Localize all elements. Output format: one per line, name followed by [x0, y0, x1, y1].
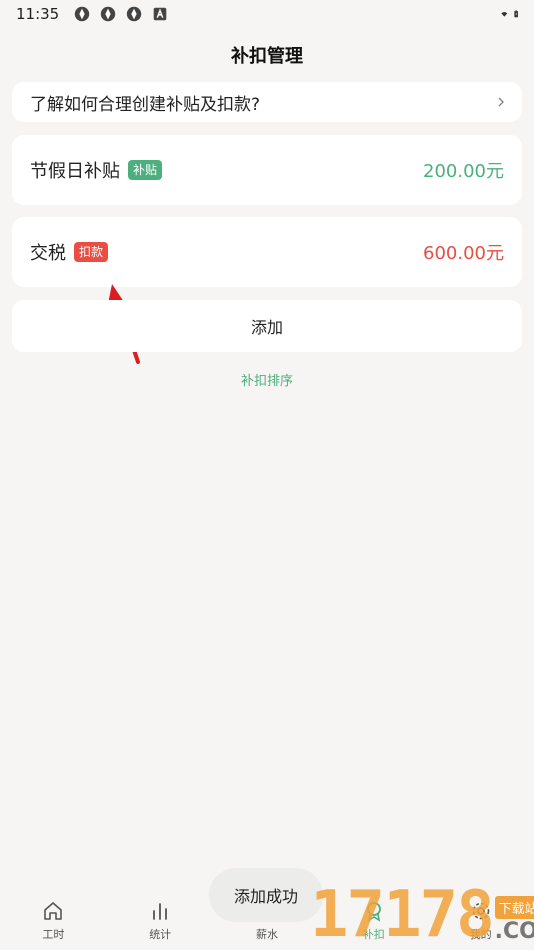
aperture-icon — [127, 6, 142, 22]
help-link[interactable]: 了解如何合理创建补贴及扣款? — [12, 82, 522, 122]
watermark-logo: 17178 下载站 .COM — [310, 868, 534, 950]
page-header: 补扣管理 — [0, 38, 534, 72]
bar-chart-icon — [153, 903, 168, 920]
tab-hours[interactable]: 工时 — [0, 888, 107, 950]
chevron-right-icon — [498, 97, 504, 107]
watermark-digits: 17178 — [310, 878, 495, 950]
item-name: 节假日补贴 — [30, 161, 120, 182]
tab-label: 薪水 — [255, 928, 278, 941]
toast: 添加成功 — [209, 868, 323, 922]
watermark-tag: 下载站 — [494, 896, 534, 919]
aperture-icon — [101, 6, 116, 22]
status-time: 11:35 — [16, 5, 60, 23]
allowance-badge: 补贴 — [128, 160, 163, 180]
battery-icon — [514, 10, 518, 18]
toast-text: 添加成功 — [233, 887, 298, 906]
item-name: 交税 — [30, 243, 66, 264]
item-amount: 600.00元 — [423, 243, 504, 264]
system-icons — [501, 5, 518, 23]
status-bar: 11:35 — [0, 0, 534, 28]
list-item[interactable]: 节假日补贴 补贴 200.00元 — [12, 135, 522, 205]
add-button-label: 添加 — [250, 318, 283, 337]
tab-label: 工时 — [42, 928, 65, 941]
notification-icons — [73, 5, 169, 23]
home-icon — [44, 902, 63, 920]
list-item[interactable]: 交税 扣款 600.00元 — [12, 217, 522, 287]
font-icon — [153, 7, 167, 21]
sort-link[interactable]: 补扣排序 — [0, 370, 534, 389]
tab-stats[interactable]: 统计 — [107, 888, 214, 950]
watermark-suffix: .COM — [494, 919, 534, 944]
aperture-icon — [75, 6, 90, 22]
add-button[interactable]: 添加 — [12, 300, 522, 352]
page-title: 补扣管理 — [231, 46, 303, 67]
tab-label: 统计 — [149, 928, 172, 941]
wifi-icon — [501, 11, 508, 17]
item-amount: 200.00元 — [423, 161, 504, 182]
help-text: 了解如何合理创建补贴及扣款? — [30, 94, 261, 115]
deduction-badge: 扣款 — [74, 242, 109, 262]
